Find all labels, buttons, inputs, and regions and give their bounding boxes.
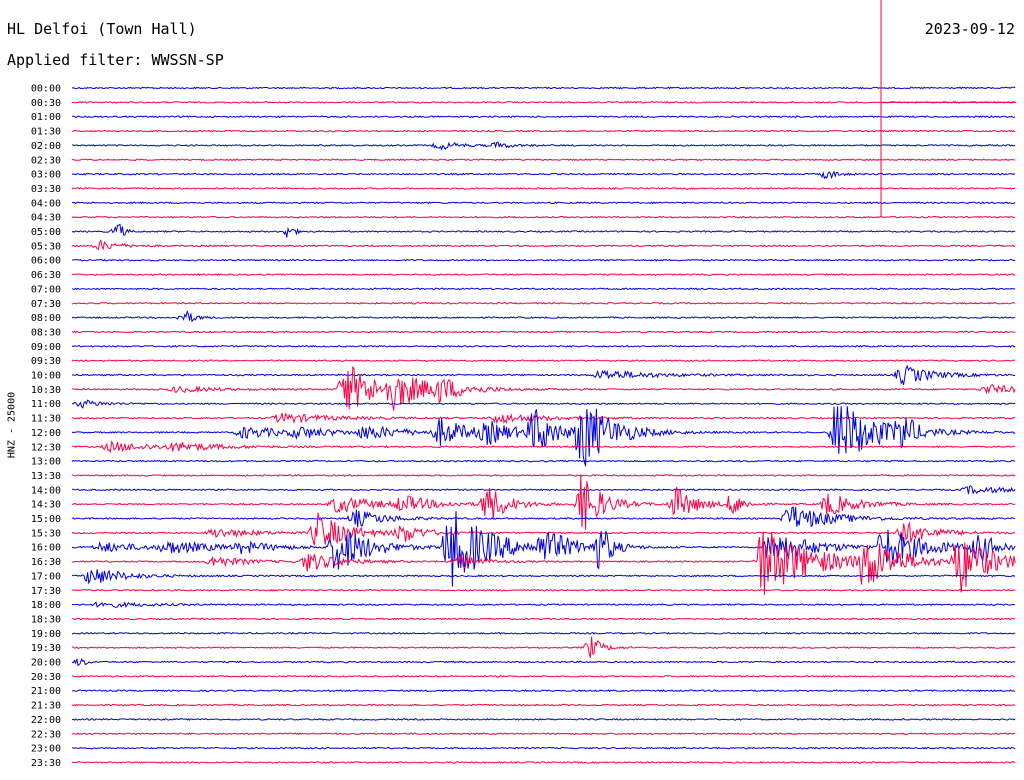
row-label: 15:00 <box>31 514 61 525</box>
row-label: 16:30 <box>31 557 61 568</box>
trace-line <box>71 170 1016 180</box>
row-label: 07:30 <box>31 299 61 310</box>
helicorder-plot: 00:00 00:30 01:00 01:30 02:00 02:30 03:00 03:30… <box>31 0 1016 769</box>
trace-line <box>71 689 1016 693</box>
trace-line <box>71 485 1016 495</box>
row-label: 21:30 <box>31 701 61 712</box>
row-label: 03:00 <box>31 170 61 181</box>
row-label: 05:00 <box>31 227 61 238</box>
trace-line <box>71 412 1016 425</box>
row-label: 22:30 <box>31 729 61 740</box>
trace-line <box>71 506 1016 528</box>
trace-line <box>71 287 1016 291</box>
row-label: 00:00 <box>31 84 61 95</box>
row-label: 18:00 <box>31 600 61 611</box>
trace-line <box>71 223 1016 238</box>
row-label: 20:30 <box>31 672 61 683</box>
row-label: 01:00 <box>31 112 61 123</box>
trace-line <box>71 601 1016 608</box>
row-label: 10:30 <box>31 385 61 396</box>
row-label: 10:00 <box>31 371 61 382</box>
trace-line <box>71 746 1016 750</box>
row-label: 06:30 <box>31 270 61 281</box>
trace-line <box>72 115 1016 119</box>
trace-line <box>71 330 1016 334</box>
trace-line <box>71 301 1016 305</box>
trace-line <box>71 141 1016 151</box>
trace-line <box>71 474 1016 477</box>
row-label: 14:30 <box>31 500 61 511</box>
trace-line <box>71 703 1016 707</box>
trace-line <box>71 158 1016 162</box>
row-label: 00:30 <box>31 98 61 109</box>
row-label: 14:00 <box>31 485 61 496</box>
trace-line <box>71 364 1016 385</box>
row-label: 07:00 <box>31 284 61 295</box>
row-label: 13:00 <box>31 457 61 468</box>
row-label: 22:00 <box>31 715 61 726</box>
trace-line <box>71 86 1016 90</box>
row-label: 15:30 <box>31 528 61 539</box>
row-label: 02:00 <box>31 141 61 152</box>
row-label: 19:30 <box>31 643 61 654</box>
row-label: 11:00 <box>31 399 61 410</box>
row-label: 09:30 <box>31 356 61 367</box>
row-label: 16:00 <box>31 543 61 554</box>
row-labels: 00:00 00:30 01:00 01:30 02:00 02:30 03:00 03:30… <box>31 84 61 769</box>
row-label: 08:30 <box>31 327 61 338</box>
trace-line <box>71 273 1016 276</box>
row-label: 17:30 <box>31 586 61 597</box>
trace-line <box>71 201 1016 205</box>
row-label: 12:00 <box>31 428 61 439</box>
row-label: 12:30 <box>31 442 61 453</box>
row-label: 11:30 <box>31 414 61 425</box>
row-label: 02:30 <box>31 155 61 166</box>
trace-line <box>71 717 1016 721</box>
row-label: 20:00 <box>31 658 61 669</box>
row-label: 04:30 <box>31 213 61 224</box>
trace-line <box>71 215 1016 219</box>
trace-line <box>71 129 1016 133</box>
row-label: 06:00 <box>31 256 61 267</box>
row-label: 23:00 <box>31 744 61 755</box>
trace-line <box>71 359 1016 362</box>
row-label: 17:00 <box>31 571 61 582</box>
trace-line <box>72 732 1016 736</box>
row-label: 01:30 <box>31 127 61 138</box>
row-label: 13:30 <box>31 471 61 482</box>
trace-line <box>71 674 1016 678</box>
row-label: 08:00 <box>31 313 61 324</box>
trace-line <box>71 187 1016 190</box>
trace-line <box>71 617 1016 621</box>
trace-line <box>71 631 1016 635</box>
row-label: 18:30 <box>31 614 61 625</box>
row-label: 04:00 <box>31 198 61 209</box>
trace-line <box>71 474 1016 530</box>
trace-line <box>71 258 1016 262</box>
row-label: 05:30 <box>31 241 61 252</box>
trace-line <box>71 399 1016 409</box>
row-label: 19:00 <box>31 629 61 640</box>
trace-line <box>71 100 1016 104</box>
time-marker <box>880 0 1016 218</box>
row-label: 21:00 <box>31 686 61 697</box>
trace-line <box>71 459 1016 463</box>
row-label: 23:30 <box>31 758 61 769</box>
trace-line <box>71 309 1016 323</box>
row-label: 03:30 <box>31 184 61 195</box>
trace-rows <box>71 86 1016 764</box>
trace-line <box>71 238 1016 251</box>
row-label: 09:00 <box>31 342 61 353</box>
trace-line <box>71 761 1016 764</box>
trace-line <box>72 440 1016 454</box>
trace-line <box>71 344 1016 348</box>
trace-line <box>72 636 1016 658</box>
trace-line <box>71 588 1016 592</box>
trace-line <box>71 657 1016 667</box>
